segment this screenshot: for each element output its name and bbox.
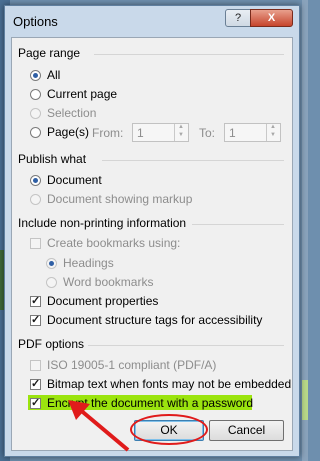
title-bar: Options ? X [5, 6, 299, 38]
from-spinner[interactable]: 1 [132, 123, 189, 142]
help-button[interactable]: ? [225, 9, 251, 27]
checkbox-checked-icon [30, 377, 41, 390]
annotation-arrow-icon [68, 400, 130, 452]
cancel-button[interactable]: Cancel [209, 420, 284, 441]
radio-selection-label: Selection [47, 106, 97, 120]
document-properties-label: Document properties [47, 294, 159, 308]
radio-word-bookmarks[interactable]: Word bookmarks [46, 275, 153, 289]
headings-label: Headings [63, 256, 114, 270]
pdf-options-heading: PDF options [18, 337, 85, 351]
create-bookmarks-label: Create bookmarks using: [47, 236, 181, 250]
bitmap-text-label: Bitmap text when fonts may not be embedd… [47, 377, 292, 391]
radio-icon [30, 88, 41, 100]
dialog-body: Page range All Current page Selection Pa… [11, 37, 293, 452]
checkbox-create-bookmarks[interactable]: Create bookmarks using: [30, 236, 180, 250]
radio-document-markup-label: Document showing markup [47, 192, 193, 206]
to-spinner[interactable]: 1 [224, 123, 281, 142]
radio-document-label: Document [47, 173, 102, 187]
divider [94, 54, 284, 55]
checkbox-iso[interactable]: ISO 19005-1 compliant (PDF/A) [30, 358, 216, 372]
radio-icon [30, 107, 41, 119]
radio-current-page[interactable]: Current page [30, 87, 117, 101]
structure-tags-label: Document structure tags for accessibilit… [47, 313, 263, 327]
to-value: 1 [229, 126, 236, 140]
publish-what-heading: Publish what [18, 152, 87, 166]
to-label: To: [199, 126, 216, 140]
spinner-arrows-icon[interactable] [266, 124, 280, 141]
checkbox-bitmap-text[interactable]: Bitmap text when fonts may not be embedd… [30, 377, 291, 391]
radio-all-label: All [47, 68, 61, 82]
non-printing-heading: Include non-printing information [18, 216, 187, 230]
divider [102, 160, 284, 161]
page-range-heading: Page range [18, 46, 81, 60]
radio-current-page-label: Current page [47, 87, 118, 101]
background-right [302, 0, 308, 461]
checkbox-structure-tags[interactable]: Document structure tags for accessibilit… [30, 313, 262, 327]
radio-pages-label: Page(s) [47, 125, 90, 139]
radio-icon [30, 126, 41, 138]
radio-icon [46, 257, 57, 269]
checkbox-checked-icon [30, 396, 41, 409]
radio-icon [46, 276, 57, 288]
checkbox-checked-icon [30, 313, 41, 326]
radio-selected-icon [30, 69, 41, 81]
divider [88, 345, 284, 346]
annotation-circle [130, 414, 208, 445]
word-bookmarks-label: Word bookmarks [63, 275, 154, 289]
divider [192, 224, 284, 225]
radio-headings[interactable]: Headings [46, 256, 114, 270]
checkbox-document-properties[interactable]: Document properties [30, 294, 158, 308]
radio-document-markup[interactable]: Document showing markup [30, 192, 192, 206]
radio-selected-icon [30, 174, 41, 186]
options-dialog: Options ? X Page range All Current page … [4, 5, 300, 457]
spinner-arrows-icon[interactable] [174, 124, 188, 141]
checkbox-checked-icon [30, 294, 41, 307]
from-label: From: [92, 126, 124, 140]
from-value: 1 [137, 126, 144, 140]
checkbox-icon [30, 237, 41, 249]
radio-pages[interactable]: Page(s) [30, 125, 89, 139]
radio-all[interactable]: All [30, 68, 60, 82]
radio-document[interactable]: Document [30, 173, 102, 187]
close-button[interactable]: X [250, 9, 293, 27]
radio-icon [30, 193, 41, 205]
checkbox-icon [30, 359, 41, 371]
iso-label: ISO 19005-1 compliant (PDF/A) [47, 358, 217, 372]
radio-selection[interactable]: Selection [30, 106, 96, 120]
dialog-title: Options [13, 14, 58, 29]
